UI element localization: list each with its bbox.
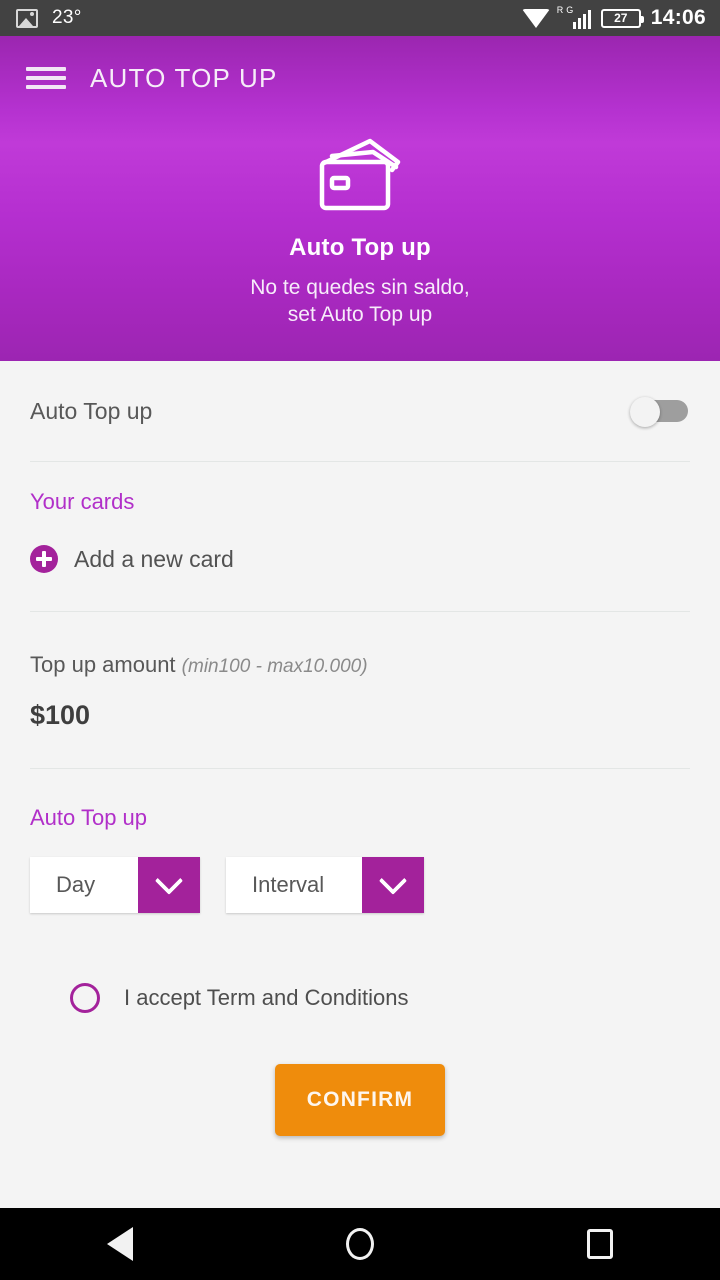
day-select-dropdown-button[interactable] xyxy=(138,857,200,913)
confirm-button-wrap: CONFIRM xyxy=(30,1064,690,1136)
day-select-value: Day xyxy=(30,857,138,913)
chevron-down-icon xyxy=(378,866,408,895)
network-type-label: G xyxy=(566,5,574,15)
topup-amount-value[interactable]: $100 xyxy=(30,700,690,731)
hero-title: Auto Top up xyxy=(289,234,431,261)
add-new-card-label: Add a new card xyxy=(74,545,234,572)
plus-circle-icon xyxy=(30,545,58,573)
credit-cards-icon xyxy=(0,136,720,214)
topup-amount-section: Top up amount (min100 - max10.000) $100 xyxy=(0,612,720,768)
battery-level-label: 27 xyxy=(614,11,628,25)
hero-subtitle: No te quedes sin saldo, set Auto Top up xyxy=(0,274,720,328)
hamburger-line xyxy=(26,76,66,80)
status-bar: 23° R G 27 14:06 xyxy=(0,0,720,36)
your-cards-title: Your cards xyxy=(30,489,135,514)
hero-header: AUTO TOP UP Auto Top up No te quedes sin… xyxy=(0,36,720,361)
topup-amount-label: Top up amount (min100 - max10.000) xyxy=(30,652,690,678)
auto-topup-schedule-section: Auto Top up Day Interval I accept Term a… xyxy=(0,769,720,1136)
android-navigation-bar xyxy=(0,1208,720,1280)
home-circle-icon xyxy=(346,1228,374,1260)
status-bar-left: 23° xyxy=(16,7,522,29)
signal-bar-4 xyxy=(587,10,591,29)
main-content: Auto Top up Your cards Add a new card To… xyxy=(0,361,720,1208)
cellular-signal-icon: R G xyxy=(557,6,591,29)
phone-screen: 23° R G 27 14:06 AUTO TOP UP Auto Top up… xyxy=(0,0,720,1280)
app-bar: AUTO TOP UP xyxy=(0,36,720,120)
schedule-selects: Day Interval xyxy=(30,857,690,913)
back-triangle-icon xyxy=(107,1227,133,1261)
auto-topup-schedule-title: Auto Top up xyxy=(30,805,148,830)
nav-recents-button[interactable] xyxy=(480,1229,720,1259)
clock-label: 14:06 xyxy=(650,6,706,29)
confirm-button[interactable]: CONFIRM xyxy=(275,1064,445,1136)
your-cards-section: Your cards Add a new card xyxy=(0,462,720,611)
network-labels: R G xyxy=(557,6,574,15)
auto-topup-toggle-row[interactable]: Auto Top up xyxy=(0,361,720,461)
hamburger-line xyxy=(26,85,66,89)
auto-topup-toggle-label: Auto Top up xyxy=(30,397,153,424)
hero-subtitle-line-2: set Auto Top up xyxy=(287,303,433,326)
status-bar-right: R G 27 14:06 xyxy=(521,6,706,30)
nav-back-button[interactable] xyxy=(0,1227,240,1261)
signal-bar-3 xyxy=(582,14,586,29)
interval-select-dropdown-button[interactable] xyxy=(362,857,424,913)
topup-amount-hint: (min100 - max10.000) xyxy=(181,656,368,677)
chevron-down-icon xyxy=(154,866,184,895)
photo-icon xyxy=(16,8,38,28)
terms-radio-button[interactable] xyxy=(70,983,100,1013)
temperature-label: 23° xyxy=(52,7,82,28)
terms-acceptance-row[interactable]: I accept Term and Conditions xyxy=(30,983,690,1013)
terms-label: I accept Term and Conditions xyxy=(124,985,409,1010)
add-new-card-button[interactable]: Add a new card xyxy=(30,545,690,573)
auto-topup-switch[interactable] xyxy=(630,397,688,427)
interval-select-value: Interval xyxy=(226,857,362,913)
nav-home-button[interactable] xyxy=(240,1228,480,1260)
wifi-icon xyxy=(521,8,550,28)
topup-amount-label-text: Top up amount xyxy=(30,652,176,677)
page-title: AUTO TOP UP xyxy=(90,62,278,93)
interval-select[interactable]: Interval xyxy=(226,857,424,913)
switch-knob xyxy=(630,397,660,427)
hamburger-line xyxy=(26,67,66,71)
signal-bar-1 xyxy=(572,22,576,29)
signal-bar-2 xyxy=(577,18,581,29)
hero-subtitle-line-1: No te quedes sin saldo, xyxy=(250,276,470,299)
hamburger-menu-icon[interactable] xyxy=(26,64,66,92)
day-select[interactable]: Day xyxy=(30,857,200,913)
battery-icon: 27 xyxy=(600,8,644,28)
roaming-label: R xyxy=(556,5,564,15)
recents-square-icon xyxy=(587,1229,613,1259)
